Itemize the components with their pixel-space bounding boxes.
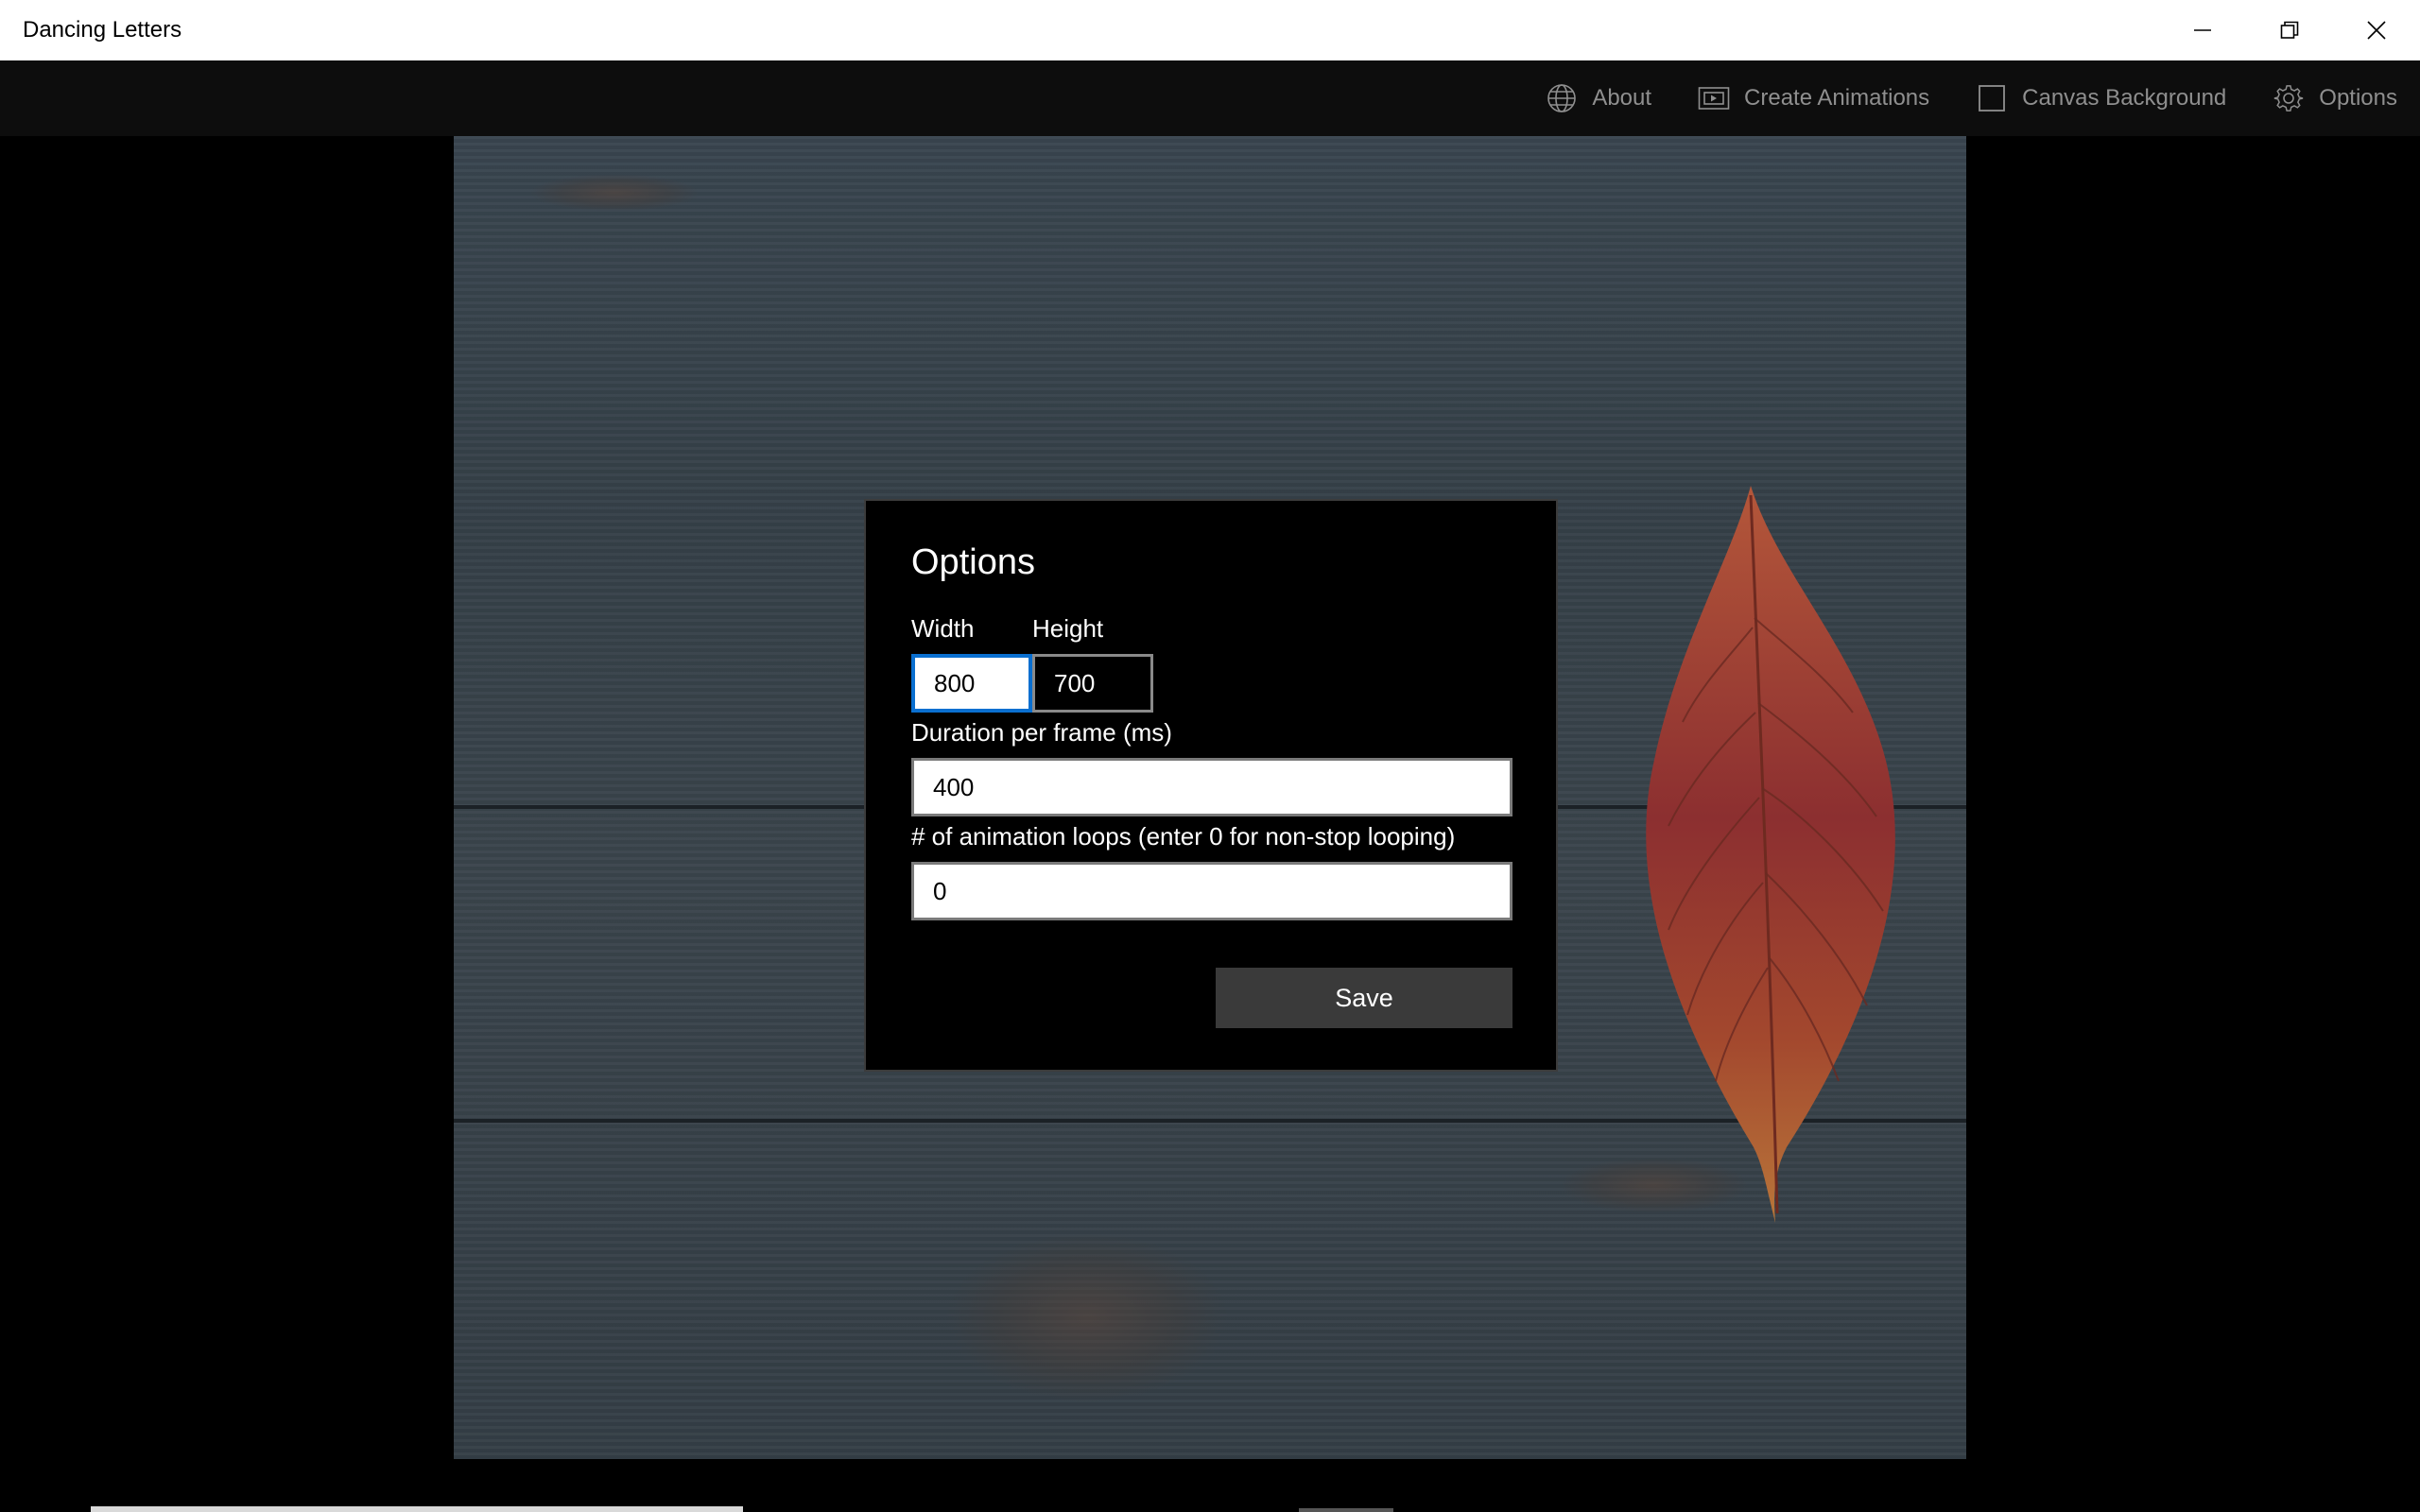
duration-input[interactable]: 400	[911, 758, 1512, 816]
create-animations-label: Create Animations	[1744, 85, 1930, 111]
close-icon	[2367, 21, 2386, 40]
bottom-indicator	[91, 1506, 743, 1512]
dialog-title: Options	[911, 542, 1035, 582]
about-label: About	[1592, 85, 1652, 111]
options-button[interactable]: Options	[2272, 60, 2397, 136]
window-title: Dancing Letters	[23, 17, 182, 43]
command-bar: About Create Animations Canvas Backgroun…	[0, 60, 2420, 136]
film-icon	[1697, 81, 1731, 115]
restore-button[interactable]	[2246, 0, 2333, 60]
canvas-background-label: Canvas Background	[2022, 85, 2227, 111]
minimize-button[interactable]	[2159, 0, 2246, 60]
loops-input[interactable]: 0	[911, 862, 1512, 920]
create-animations-button[interactable]: Create Animations	[1697, 60, 1929, 136]
about-button[interactable]: About	[1545, 60, 1651, 136]
checkbox-icon	[1975, 81, 2009, 115]
wood-knot	[945, 1232, 1229, 1402]
height-input[interactable]: 700	[1032, 654, 1153, 713]
options-label: Options	[2319, 85, 2397, 111]
minimize-icon	[2193, 21, 2212, 40]
close-button[interactable]	[2333, 0, 2420, 60]
globe-icon	[1545, 81, 1579, 115]
height-label: Height	[1032, 614, 1104, 643]
options-dialog: Options Width Height 800 700 Duration pe…	[864, 499, 1558, 1072]
wood-knot	[529, 174, 700, 212]
save-button[interactable]: Save	[1216, 968, 1512, 1028]
width-input[interactable]: 800	[911, 654, 1032, 713]
leaf-image	[1635, 486, 1919, 1242]
title-bar: Dancing Letters	[0, 0, 2420, 60]
canvas-background-button[interactable]: Canvas Background	[1975, 60, 2226, 136]
restore-icon	[2280, 21, 2299, 40]
loops-label: # of animation loops (enter 0 for non-st…	[911, 822, 1456, 850]
window-controls	[2159, 0, 2420, 60]
width-label: Width	[911, 614, 975, 643]
gear-icon	[2272, 81, 2306, 115]
bottom-indicator	[1299, 1508, 1393, 1512]
duration-label: Duration per frame (ms)	[911, 718, 1172, 747]
